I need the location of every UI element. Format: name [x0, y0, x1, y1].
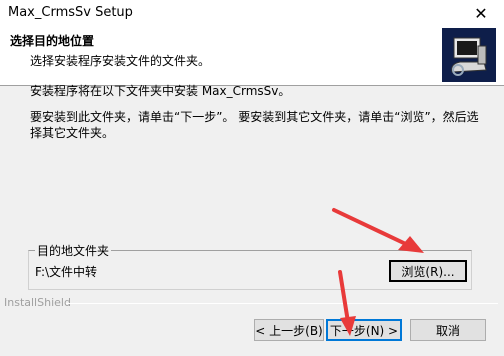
- setup-window: Max_CrmsSv Setup ✕ 选择目的地位置 选择安装程序安装文件的文件…: [0, 0, 504, 356]
- destination-path: F:\文件中转: [35, 265, 98, 279]
- install-location-text: 安装程序将在以下文件夹中安装 Max_CrmsSv。: [30, 84, 291, 98]
- installshield-divider: InstallShield: [0, 296, 504, 309]
- destination-folder-legend: 目的地文件夹: [35, 242, 112, 259]
- installer-computer-icon: [442, 28, 496, 82]
- window-title: Max_CrmsSv Setup: [8, 5, 133, 20]
- page-subtitle: 选择安装程序安装文件的文件夹。: [30, 54, 211, 68]
- back-button[interactable]: < 上一步(B): [254, 319, 324, 341]
- arrow-to-browse: [332, 208, 424, 253]
- destination-folder-group: 目的地文件夹 F:\文件中转 浏览(R)...: [28, 242, 472, 290]
- page-title: 选择目的地位置: [10, 34, 95, 48]
- installshield-label: InstallShield: [4, 296, 75, 309]
- next-button[interactable]: 下一步(N) >: [326, 319, 402, 341]
- divider-line: [66, 303, 498, 304]
- close-icon[interactable]: ✕: [458, 0, 504, 26]
- title-bar: Max_CrmsSv Setup ✕: [0, 0, 504, 26]
- browse-button[interactable]: 浏览(R)...: [389, 260, 467, 282]
- cancel-button[interactable]: 取消: [410, 319, 486, 341]
- header-panel: 选择目的地位置 选择安装程序安装文件的文件夹。: [0, 26, 504, 86]
- next-or-browse-text: 要安装到此文件夹，请单击“下一步”。 要安装到其它文件夹，请单击“浏览”，然后选…: [30, 110, 479, 140]
